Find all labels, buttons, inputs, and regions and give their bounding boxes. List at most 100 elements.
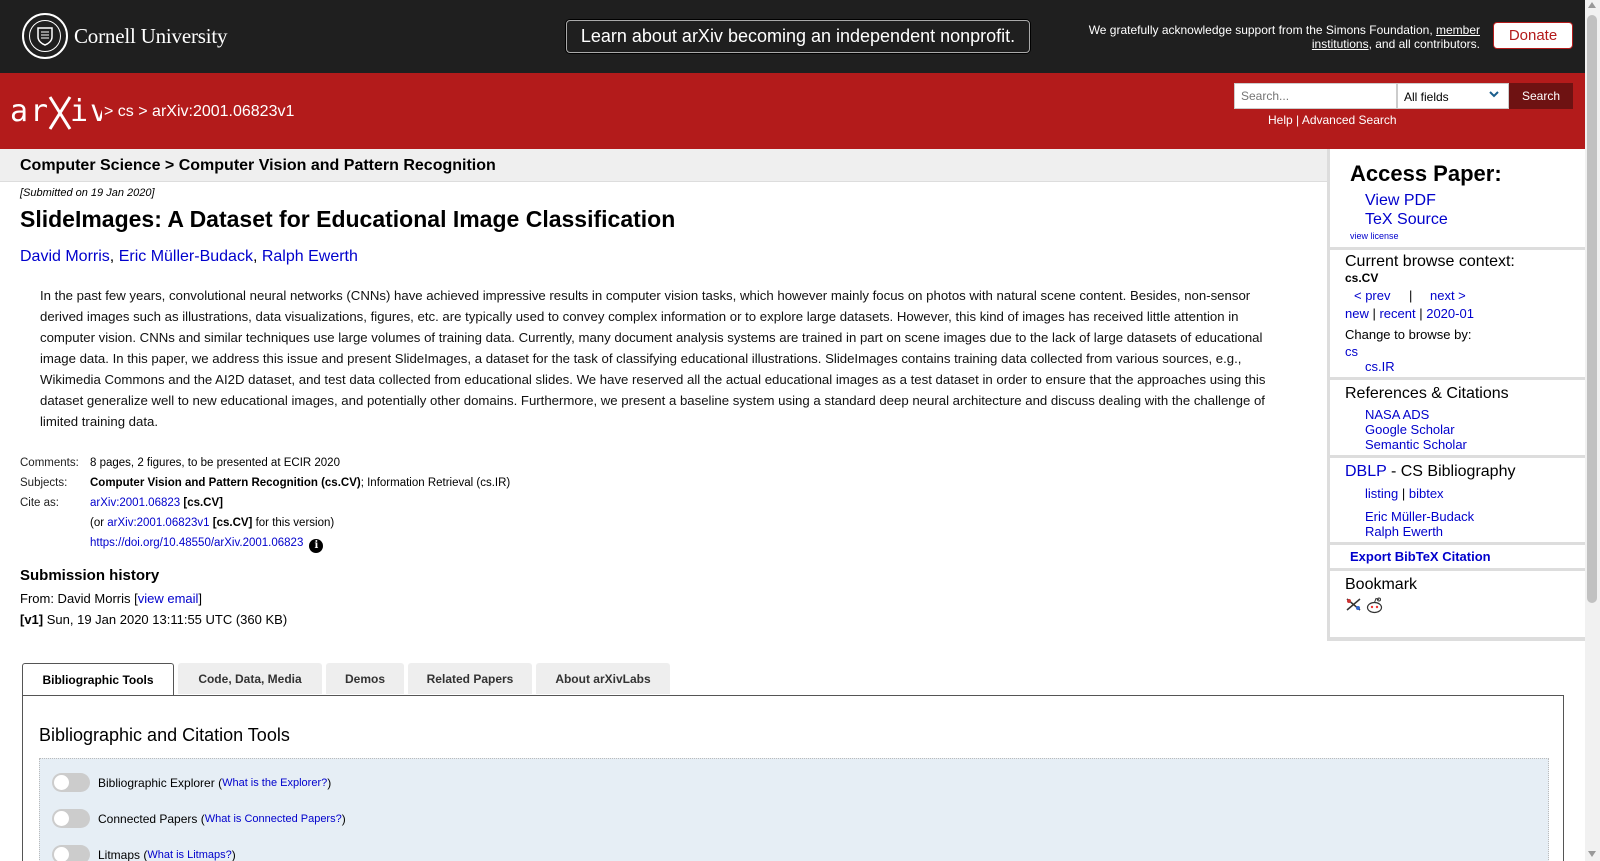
divider [1330, 377, 1588, 380]
browse-cs-link[interactable]: cs [1345, 344, 1358, 359]
subjects-value: Computer Vision and Pattern Recognition … [90, 477, 511, 489]
member-institutions-link-2[interactable]: institutions [1312, 37, 1369, 51]
reddit-icon[interactable] [1365, 597, 1384, 617]
advanced-search-link[interactable]: Advanced Search [1302, 113, 1397, 127]
dblp-link[interactable]: DBLP [1345, 463, 1387, 480]
divider [1330, 542, 1588, 545]
announcement-button[interactable]: Learn about arXiv becoming an independen… [566, 20, 1030, 53]
google-scholar-link[interactable]: Google Scholar [1365, 422, 1455, 437]
scroll-down-icon[interactable] [1588, 851, 1596, 857]
browse-context-value: cs.CV [1345, 271, 1379, 285]
prev-link[interactable]: < prev [1354, 288, 1391, 303]
doi-link[interactable]: https://doi.org/10.48550/arXiv.2001.0682… [90, 537, 303, 549]
tab-code-data-media[interactable]: Code, Data, Media [178, 663, 322, 694]
arxiv-header: ar iv > cs > arXiv:2001.06823v1 All fiel… [0, 73, 1585, 149]
cornell-logo[interactable]: Cornell University [22, 13, 227, 59]
top-banner: Cornell University Learn about arXiv bec… [0, 0, 1585, 73]
tool-info-link[interactable]: What is Connected Papers? [205, 813, 342, 825]
comments-value: 8 pages, 2 figures, to be presented at E… [90, 457, 340, 469]
next-link[interactable]: next > [1430, 288, 1466, 303]
tab-bar: Bibliographic Tools Code, Data, Media De… [22, 663, 674, 696]
explorer-toggle[interactable] [52, 773, 90, 792]
view-pdf-link[interactable]: View PDF [1365, 192, 1436, 210]
scrollbar[interactable] [1585, 0, 1600, 861]
export-bibtex-link[interactable]: Export BibTeX Citation [1350, 549, 1491, 564]
help-link[interactable]: Help [1268, 113, 1293, 127]
browse-context-heading: Current browse context: [1345, 253, 1515, 270]
tex-source-link[interactable]: TeX Source [1365, 211, 1448, 229]
support-text: We gratefully acknowledge support from t… [1088, 23, 1480, 51]
donate-button[interactable]: Donate [1493, 22, 1573, 49]
cite-version-link[interactable]: arXiv:2001.06823v1 [107, 517, 209, 529]
scroll-up-icon[interactable] [1588, 2, 1596, 8]
divider [1330, 568, 1588, 571]
scroll-thumb[interactable] [1587, 15, 1597, 603]
dblp-heading: DBLP - CS Bibliography [1345, 463, 1516, 480]
connected-papers-toggle[interactable] [52, 809, 90, 828]
info-icon[interactable]: i [309, 539, 324, 553]
bibsonomy-icon[interactable] [1345, 597, 1362, 617]
search-button[interactable]: Search [1509, 83, 1573, 109]
category-header: Computer Science > Computer Vision and P… [0, 149, 1327, 182]
cornell-seal-icon [22, 13, 68, 59]
dblp-author-link[interactable]: Eric Müller-Budack [1365, 509, 1474, 524]
semantic-scholar-link[interactable]: Semantic Scholar [1365, 437, 1467, 452]
tab-related-papers[interactable]: Related Papers [408, 663, 532, 694]
tab-panel: Bibliographic and Citation Tools Bibliog… [22, 695, 1564, 861]
nasa-ads-link[interactable]: NASA ADS [1365, 407, 1429, 422]
abstract: In the past few years, convolutional neu… [40, 288, 1266, 429]
author-link[interactable]: David Morris [20, 248, 110, 265]
references-heading: References & Citations [1345, 385, 1509, 402]
cornell-name: Cornell University [74, 23, 228, 48]
author-link[interactable]: Eric Müller-Budack [119, 248, 253, 265]
bibtex-link[interactable]: bibtex [1409, 486, 1444, 501]
comments-label: Comments: [20, 457, 79, 469]
tab-demos[interactable]: Demos [326, 663, 404, 694]
member-institutions-link[interactable]: member [1436, 23, 1480, 37]
cite-value: arXiv:2001.06823 [cs.CV] [90, 497, 223, 509]
listing-link[interactable]: listing [1365, 486, 1398, 501]
tool-info-link[interactable]: What is the Explorer? [222, 777, 327, 789]
subjects-label: Subjects: [20, 477, 68, 489]
search-field-select[interactable]: All fields [1397, 83, 1509, 109]
search-input[interactable] [1234, 83, 1397, 109]
dblp-author-link[interactable]: Ralph Ewerth [1365, 524, 1443, 539]
browse-links: new | recent | 2020-01 [1345, 306, 1474, 321]
bookmark-icons [1345, 597, 1384, 617]
help-links: Help | Advanced Search [1268, 113, 1397, 127]
bookmark-heading: Bookmark [1345, 576, 1418, 593]
author-link[interactable]: Ralph Ewerth [262, 248, 358, 265]
panel-heading: Bibliographic and Citation Tools [39, 725, 290, 745]
tab-bibliographic-tools[interactable]: Bibliographic Tools [22, 663, 174, 696]
cite-link[interactable]: arXiv:2001.06823 [90, 497, 180, 509]
arxiv-logo[interactable]: ar iv [10, 91, 108, 141]
breadcrumb-paper-id: arXiv:2001.06823v1 [152, 103, 295, 120]
dblp-links: listing | bibtex [1365, 486, 1444, 501]
sidebar: Access Paper: View PDF TeX Source view l… [1327, 149, 1588, 641]
tool-row: Litmaps (What is Litmaps?) [52, 845, 236, 861]
view-email-link[interactable]: view email [138, 591, 199, 606]
tool-info-link[interactable]: What is Litmaps? [147, 849, 231, 861]
submission-history-heading: Submission history [20, 567, 160, 584]
cite-version: (or arXiv:2001.06823v1 [cs.CV] for this … [90, 517, 335, 529]
litmaps-toggle[interactable] [52, 845, 90, 861]
svg-text:iv: iv [70, 94, 102, 129]
browse-csir-link[interactable]: cs.IR [1365, 359, 1395, 374]
author-list: David Morris, Eric Müller-Budack, Ralph … [20, 248, 358, 265]
submitted-date: [Submitted on 19 Jan 2020] [20, 187, 155, 199]
breadcrumb-cs[interactable]: cs [118, 103, 134, 120]
view-license-link[interactable]: view license [1350, 231, 1399, 241]
tools-box: Bibliographic Explorer (What is the Expl… [39, 758, 1549, 861]
month-link[interactable]: 2020-01 [1426, 306, 1474, 321]
breadcrumb: > cs > arXiv:2001.06823v1 [104, 103, 295, 120]
tab-about-arxivlabs[interactable]: About arXivLabs [536, 663, 670, 694]
access-paper-heading: Access Paper: [1350, 161, 1502, 186]
recent-link[interactable]: recent [1379, 306, 1415, 321]
submission-version: [v1] Sun, 19 Jan 2020 13:11:55 UTC (360 … [20, 612, 288, 627]
svg-text:ar: ar [10, 94, 50, 129]
submission-from: From: David Morris [view email] [20, 591, 203, 606]
change-browse-label: Change to browse by: [1345, 327, 1472, 342]
chevron-down-icon [1488, 88, 1500, 103]
new-link[interactable]: new [1345, 306, 1369, 321]
category-title: Computer Science > Computer Vision and P… [20, 157, 496, 174]
